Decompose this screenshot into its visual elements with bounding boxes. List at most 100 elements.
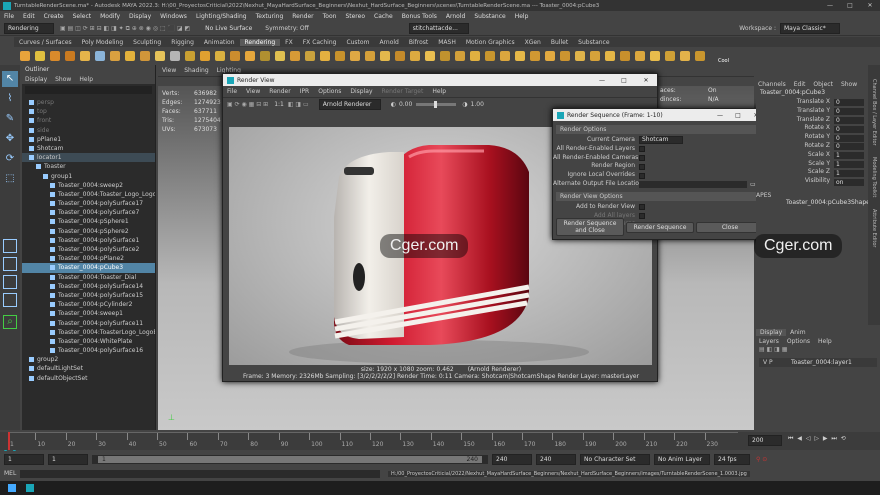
taskbar-app-icon[interactable] (26, 484, 34, 492)
shelf-tool-icon[interactable] (500, 51, 510, 61)
output-location-field[interactable] (639, 180, 747, 188)
shelf-tool-icon[interactable] (575, 51, 585, 61)
shelf-tool-icon[interactable] (170, 51, 180, 61)
channel-attr-row[interactable]: Visibility on (756, 177, 868, 186)
shelf-tool-icon[interactable] (695, 51, 705, 61)
rv-minimize-icon[interactable]: — (591, 77, 613, 84)
side-tab-attribute-editor[interactable]: Attribute Editor (871, 209, 877, 247)
outliner-item[interactable]: Toaster_0004:Toaster_Dial (22, 273, 155, 282)
anim-layer-select[interactable]: No Anim Layer (654, 453, 710, 465)
maximize-icon[interactable]: □ (840, 2, 860, 9)
channel-attr-row[interactable]: Rotate X 0 (756, 124, 868, 133)
channel-attr-row[interactable]: Translate Z 0 (756, 116, 868, 125)
side-tab-channel-box[interactable]: Channel Box / Layer Editor (871, 79, 877, 146)
shelf-tool-icon[interactable] (410, 51, 420, 61)
command-input[interactable] (20, 469, 380, 478)
shelf-tool-icon[interactable] (80, 51, 90, 61)
windows-start-icon[interactable] (8, 484, 16, 492)
render-seq-and-close-button[interactable]: Render Sequence and Close (556, 218, 624, 236)
rv-menu-file[interactable]: File (227, 88, 237, 95)
minimize-icon[interactable]: — (820, 2, 840, 9)
rs-maximize-icon[interactable]: □ (729, 112, 747, 119)
outliner-item[interactable]: defaultObjectSet (22, 374, 155, 383)
channel-attr-value[interactable]: 0 (834, 99, 864, 107)
shelf-tab-14[interactable]: Bullet (546, 39, 573, 46)
rv-menu-render[interactable]: Render (269, 88, 290, 95)
gamma-value[interactable]: 1.00 (471, 101, 484, 108)
layer-vp[interactable]: V P (763, 359, 791, 366)
shelf-tool-icon[interactable] (425, 51, 435, 61)
render-seq-checkbox[interactable] (639, 172, 645, 179)
outliner-item[interactable]: Toaster_0004:polySurface2 (22, 245, 155, 254)
shelf-tool-icon[interactable] (320, 51, 330, 61)
rv-close-icon[interactable]: ✕ (635, 77, 657, 84)
shelf-tool-icon[interactable] (530, 51, 540, 61)
outliner-item[interactable]: Toaster_0004:WhitePlate (22, 337, 155, 346)
outliner-item[interactable]: Toaster_0004:pCylinder2 (22, 300, 155, 309)
channel-attr-row[interactable]: Translate X 0 (756, 98, 868, 107)
menu-file[interactable]: File (4, 13, 14, 20)
menu-bonustools[interactable]: Bonus Tools (402, 13, 437, 20)
mel-label[interactable]: MEL (4, 470, 20, 477)
anim-start-field[interactable]: 1 (4, 453, 44, 465)
shelf-tool-icon[interactable] (635, 51, 645, 61)
render-view-option-checkbox[interactable] (639, 204, 645, 211)
layer-menu-options[interactable]: Options (787, 338, 810, 345)
menu-stereo[interactable]: Stereo (345, 13, 365, 20)
range-bar[interactable]: 1 240 (92, 454, 488, 464)
menu-texturing[interactable]: Texturing (256, 13, 284, 20)
rv-menu-options[interactable]: Options (318, 88, 341, 95)
shelf-tool-icon[interactable] (125, 51, 135, 61)
viewport-menu-shading[interactable]: Shading (184, 67, 208, 74)
exposure-value[interactable]: 0.00 (399, 101, 412, 108)
shelf-tool-icon[interactable] (35, 51, 45, 61)
fps-select[interactable]: 24 fps (714, 453, 750, 465)
viewport-menu-view[interactable]: View (162, 67, 176, 74)
outliner-item[interactable]: Toaster_0004:polySurface11 (22, 319, 155, 328)
render-view-options-header[interactable]: Render View Options (556, 191, 762, 201)
outliner-item[interactable]: Toaster_0004:polySurface16 (22, 346, 155, 355)
shelf-tab-9[interactable]: Arnold (374, 39, 403, 46)
symmetry-field[interactable]: Symmetry: Off (265, 25, 308, 32)
channel-attr-value[interactable]: 1 (834, 169, 864, 177)
channel-attr-value[interactable]: 0 (834, 143, 864, 151)
playback-controls-icons[interactable]: ⏮ ◀ ◁ ▷ ▶ ⏭ ⟲ (788, 435, 847, 443)
outliner-item[interactable]: locator1 (22, 153, 155, 163)
layer-tab-anim[interactable]: Anim (786, 329, 809, 336)
layer-toolbar-icons[interactable]: ▤ ◧ ◨ ▦ (756, 346, 880, 356)
rv-maximize-icon[interactable]: □ (613, 77, 635, 84)
channel-attr-value[interactable]: 1 (834, 160, 864, 168)
rv-menu-help[interactable]: Help (432, 88, 446, 95)
outliner-item[interactable]: Toaster (22, 162, 155, 171)
rotate-tool-icon[interactable]: ⟳ (2, 153, 18, 169)
search-icon[interactable]: ⌕ (3, 315, 17, 329)
shelf-tool-icon[interactable] (20, 51, 30, 61)
channel-attr-value[interactable]: 0 (834, 116, 864, 124)
menu-substance[interactable]: Substance (474, 13, 505, 20)
shelf-tab-3[interactable]: Rigging (166, 39, 199, 46)
layer-row[interactable]: V P Toaster_0004:layer1 (759, 358, 877, 367)
select-tool-icon[interactable]: ↖ (2, 71, 18, 87)
channel-attr-value[interactable]: on (834, 178, 864, 186)
outliner-menu-display[interactable]: Display (25, 76, 47, 83)
channel-attr-row[interactable]: Scale Z 1 (756, 168, 868, 177)
menu-toon[interactable]: Toon (323, 13, 337, 20)
outliner-item[interactable]: Toaster_0004:pCube3 (22, 263, 155, 273)
shelf-tab-11[interactable]: MASH (433, 39, 461, 46)
outliner-item[interactable]: Toaster_0004:pPlane2 (22, 254, 155, 263)
layout-single-icon[interactable] (3, 239, 17, 253)
side-tab-modeling-toolkit[interactable]: Modeling Toolkit (871, 157, 877, 197)
character-set-select[interactable]: No Character Set (580, 453, 650, 465)
move-tool-icon[interactable]: ✥ (2, 133, 18, 149)
scale-tool-icon[interactable]: ⬚ (2, 173, 18, 189)
render-options-header[interactable]: Render Options (556, 125, 762, 134)
channel-attr-row[interactable]: Rotate Y 0 (756, 133, 868, 142)
rv-menu-ipr[interactable]: IPR (300, 88, 310, 95)
outliner-item[interactable]: side (22, 126, 155, 135)
menu-lightingshading[interactable]: Lighting/Shading (196, 13, 247, 20)
shelf-tool-icon[interactable] (395, 51, 405, 61)
render-seq-close-button[interactable]: Close (696, 221, 764, 233)
menuset-select[interactable]: Rendering (4, 23, 54, 34)
rv-menu-view[interactable]: View (246, 88, 260, 95)
shelf-tool-icon[interactable] (275, 51, 285, 61)
